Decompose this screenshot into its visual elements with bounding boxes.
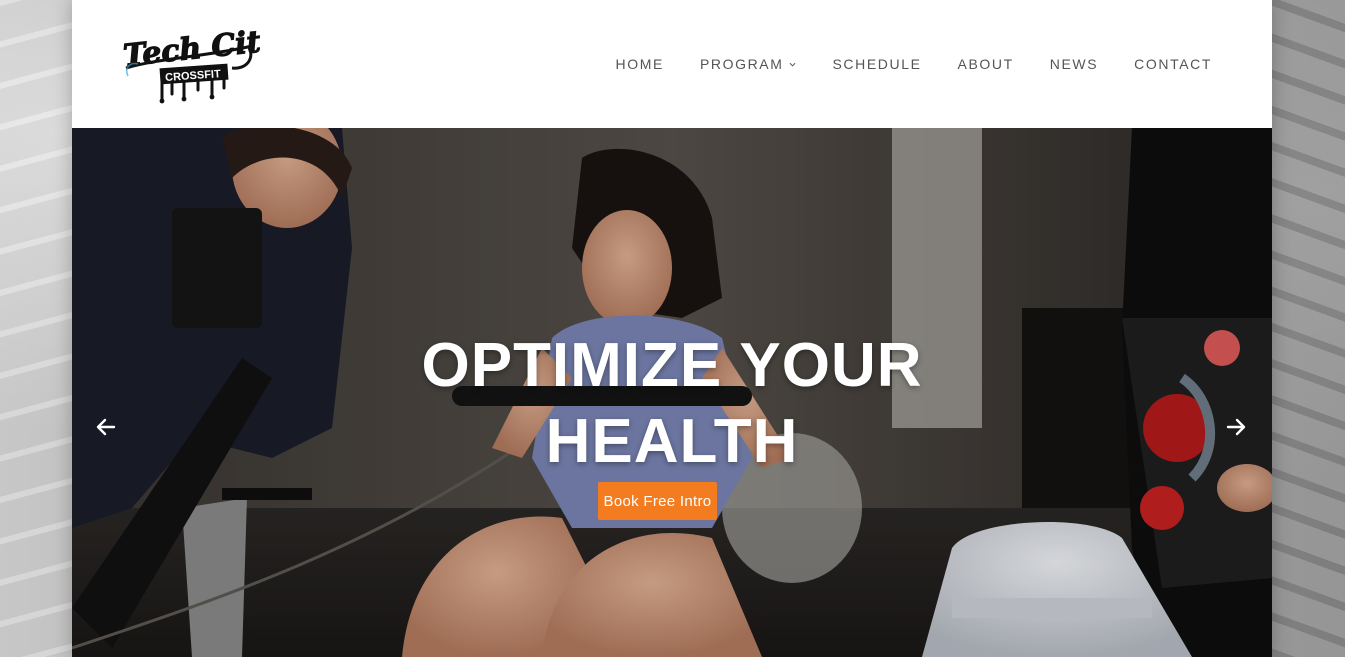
hero-title: OPTIMIZE YOUR HEALTH <box>421 331 923 476</box>
nav-schedule-label: SCHEDULE <box>832 56 922 72</box>
nav-contact[interactable]: CONTACT <box>1116 56 1212 72</box>
arrow-left-icon[interactable] <box>94 415 118 439</box>
main-navigation: HOME PROGRAM SCHEDULE ABOUT NEWS CONTACT <box>598 0 1212 128</box>
nav-news[interactable]: NEWS <box>1032 56 1116 72</box>
site-logo[interactable]: Tech City CROSSFIT <box>120 22 283 104</box>
nav-about-label: ABOUT <box>957 56 1014 72</box>
nav-program-label: PROGRAM <box>699 56 784 72</box>
nav-home[interactable]: HOME <box>598 56 682 72</box>
nav-about[interactable]: ABOUT <box>940 56 1032 72</box>
hero-slider: OPTIMIZE YOUR HEALTH Book Free Intro <box>72 128 1272 657</box>
book-free-intro-button[interactable]: Book Free Intro <box>598 482 717 520</box>
site-wrapper: Tech City CROSSFIT HOME PROGRAM SCHEDULE… <box>72 0 1272 657</box>
tech-city-crossfit-logo: Tech City CROSSFIT <box>121 22 283 104</box>
nav-schedule[interactable]: SCHEDULE <box>814 56 939 72</box>
chevron-down-icon <box>789 62 796 67</box>
nav-news-label: NEWS <box>1049 56 1099 72</box>
site-header: Tech City CROSSFIT HOME PROGRAM SCHEDULE… <box>72 0 1272 128</box>
nav-program[interactable]: PROGRAM <box>682 56 815 72</box>
arrow-right-icon[interactable] <box>1224 415 1248 439</box>
nav-contact-label: CONTACT <box>1134 56 1212 72</box>
nav-home-label: HOME <box>615 56 664 72</box>
